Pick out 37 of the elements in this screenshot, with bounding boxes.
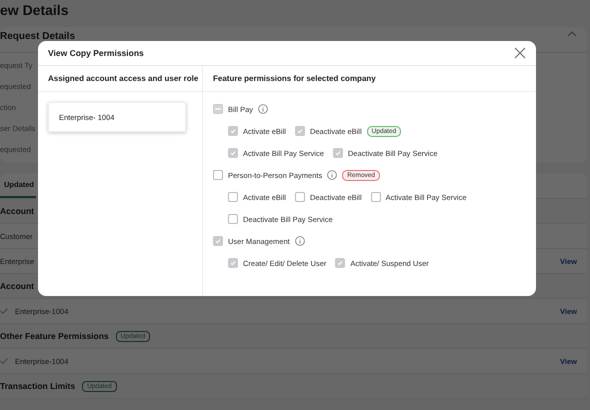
tick-icon bbox=[337, 260, 344, 266]
checkbox[interactable] bbox=[294, 192, 305, 202]
checkbox[interactable] bbox=[228, 214, 238, 224]
checkbox[interactable] bbox=[332, 148, 343, 158]
card-title: Request Details bbox=[0, 31, 76, 42]
checkbox[interactable] bbox=[213, 104, 223, 114]
check-icon bbox=[0, 308, 8, 314]
section-heading: Account bbox=[0, 281, 34, 291]
tick-icon bbox=[215, 238, 221, 244]
tick-icon bbox=[230, 128, 236, 134]
info-icon[interactable] bbox=[294, 236, 305, 246]
chevron-up-icon[interactable] bbox=[567, 31, 577, 37]
column-heading: Assigned account access and user role bbox=[48, 74, 198, 83]
tick-icon bbox=[334, 150, 341, 156]
tick-icon bbox=[230, 150, 236, 156]
tick-icon bbox=[230, 260, 236, 266]
dialog-title: View Copy Permissions bbox=[48, 48, 144, 58]
checkbox[interactable] bbox=[228, 192, 238, 202]
section-heading: Account bbox=[0, 206, 34, 216]
checkbox[interactable] bbox=[228, 258, 238, 268]
section-heading: Transaction Limits bbox=[0, 381, 76, 391]
checkbox[interactable] bbox=[228, 148, 238, 158]
info-icon[interactable] bbox=[327, 170, 338, 180]
dash-icon bbox=[215, 108, 221, 110]
checkbox[interactable] bbox=[335, 258, 346, 268]
section-heading: Other Feature Permissions bbox=[0, 331, 109, 341]
column-heading: Feature permissions for selected company bbox=[213, 74, 376, 83]
checkbox[interactable] bbox=[294, 126, 305, 136]
checkbox[interactable] bbox=[213, 170, 223, 180]
close-button[interactable] bbox=[514, 47, 526, 59]
checkbox[interactable] bbox=[213, 236, 223, 246]
checkbox[interactable] bbox=[370, 192, 381, 202]
info-icon[interactable] bbox=[258, 104, 268, 114]
check-icon bbox=[0, 358, 8, 364]
page-title: ew Details bbox=[0, 1, 70, 20]
checkbox[interactable] bbox=[228, 126, 238, 136]
tick-icon bbox=[296, 128, 303, 134]
